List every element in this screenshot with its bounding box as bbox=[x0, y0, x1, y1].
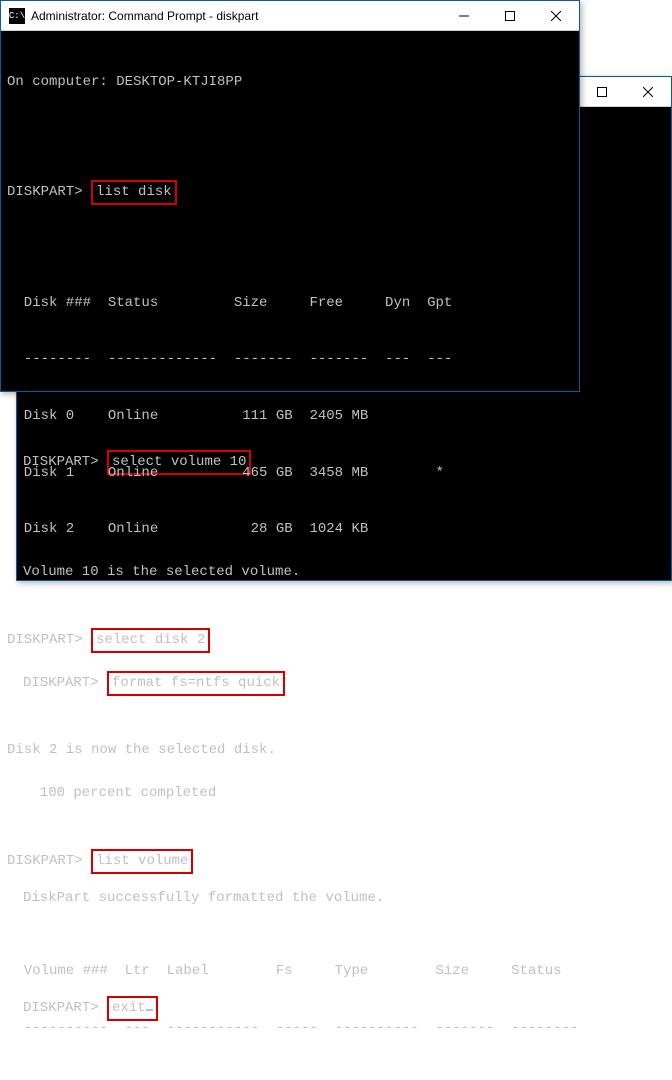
titlebar-front[interactable]: C:\ Administrator: Command Prompt - disk… bbox=[1, 1, 579, 31]
cmd-list-disk: list disk bbox=[91, 180, 177, 205]
cmd-icon: C:\ bbox=[9, 8, 25, 24]
diskpart-prompt: DISKPART> bbox=[7, 184, 83, 200]
volume-table-divider: ---------- --- ----------- ----- -------… bbox=[7, 1019, 573, 1038]
selected-disk-msg: Disk 2 is now the selected disk. bbox=[7, 741, 573, 760]
close-button[interactable] bbox=[533, 1, 579, 30]
disk-table-divider: -------- ------------- ------- ------- -… bbox=[7, 350, 573, 369]
diskpart-prompt: DISKPART> bbox=[7, 632, 83, 648]
disk-table-header: Disk ### Status Size Free Dyn Gpt bbox=[7, 294, 573, 313]
table-row: Disk 1 Online 465 GB 3458 MB * bbox=[7, 464, 573, 483]
window-title-front: Administrator: Command Prompt - diskpart bbox=[31, 9, 441, 23]
table-row: Disk 0 Online 111 GB 2405 MB bbox=[7, 407, 573, 426]
close-button[interactable] bbox=[625, 77, 671, 106]
cmd-select-disk: select disk 2 bbox=[91, 628, 210, 653]
cmd-window-front: C:\ Administrator: Command Prompt - disk… bbox=[0, 0, 580, 392]
maximize-button[interactable] bbox=[487, 1, 533, 30]
terminal-output-front[interactable]: On computer: DESKTOP-KTJI8PP DISKPART> l… bbox=[1, 31, 579, 1080]
maximize-button[interactable] bbox=[579, 77, 625, 106]
diskpart-prompt: DISKPART> bbox=[7, 853, 83, 869]
computer-line: On computer: DESKTOP-KTJI8PP bbox=[7, 73, 573, 92]
table-row: Disk 2 Online 28 GB 1024 KB bbox=[7, 520, 573, 539]
volume-table-header: Volume ### Ltr Label Fs Type Size Status… bbox=[7, 962, 573, 981]
minimize-button[interactable] bbox=[441, 1, 487, 30]
window-controls-front bbox=[441, 1, 579, 30]
cmd-list-volume: list volume bbox=[91, 849, 193, 874]
